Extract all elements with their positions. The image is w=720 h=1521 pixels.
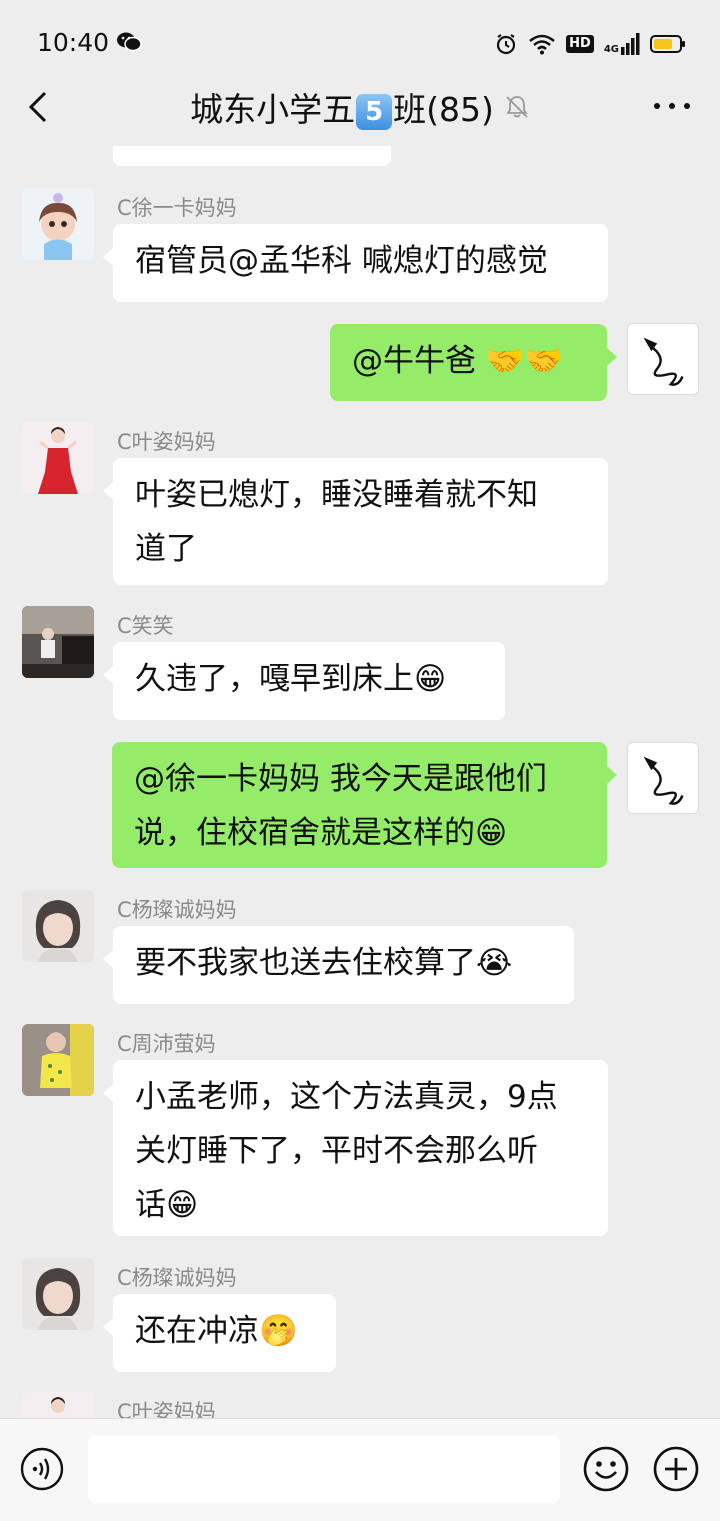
more-dot — [684, 103, 690, 109]
message-bubble[interactable]: 久违了，嘎早到床上😁 — [103, 642, 505, 720]
sender-name: C叶姿妈妈 — [117, 1400, 216, 1418]
hd-badge: HD — [566, 35, 594, 53]
message-bubble[interactable]: @徐一卡妈妈 我今天是跟他们 说，住校宿舍就是这样的😁 — [112, 742, 617, 868]
title-suffix: 班(85) — [393, 90, 494, 129]
sender-name: C叶姿妈妈 — [117, 430, 216, 454]
sender-name: C周沛萤妈 — [117, 1032, 216, 1056]
sender-name: C徐一卡妈妈 — [117, 196, 237, 220]
network-type: 4G — [603, 44, 619, 55]
my-avatar[interactable] — [627, 742, 699, 814]
page-title: 城东小学五 5 班(85) — [190, 83, 494, 131]
chat-message-list[interactable]: C徐一卡妈妈 宿管员@孟华科 喊熄灯的感觉 @牛牛爸 🤝🤝 C叶姿妈妈 叶姿已熄… — [0, 146, 720, 1418]
avatar-image — [22, 606, 94, 678]
avatar-image — [22, 1258, 94, 1330]
message-bubble[interactable]: @牛牛爸 🤝🤝 — [330, 324, 617, 401]
number-emoji-badge: 5 — [356, 93, 393, 130]
avatar-image — [22, 422, 94, 494]
message-text: 小孟老师，这个方法真灵，9点 — [135, 1079, 558, 1115]
message-bubble-partial[interactable] — [113, 146, 391, 166]
wifi-icon — [529, 34, 555, 55]
message-bubble[interactable]: 还在冲凉🤭 — [103, 1294, 336, 1372]
avatar[interactable] — [22, 1024, 94, 1096]
message-text: 宿管员@孟华科 喊熄灯的感觉 — [135, 243, 548, 279]
more-dot — [654, 103, 660, 109]
avatar[interactable] — [22, 422, 94, 494]
message-text: 叶姿已熄灯，睡没睡着就不知 — [135, 477, 538, 513]
message-text: 关灯睡下了，平时不会那么听 — [135, 1133, 538, 1169]
avatar[interactable] — [22, 890, 94, 962]
message-text: 还在冲凉🤭 — [135, 1313, 298, 1349]
avatar-image — [22, 1392, 94, 1418]
avatar-image — [643, 756, 684, 805]
avatar-image — [22, 188, 94, 260]
avatar[interactable] — [22, 188, 94, 260]
message-text: @徐一卡妈妈 我今天是跟他们 — [134, 761, 547, 797]
alarm-icon — [497, 34, 516, 55]
signal-icon — [621, 33, 640, 55]
message-text: 道了 — [135, 531, 197, 567]
plus-icon[interactable] — [652, 1445, 700, 1493]
wechat-notification-icon — [117, 32, 142, 52]
battery-icon — [650, 35, 685, 53]
message-text: @牛牛爸 🤝🤝 — [352, 343, 564, 379]
message-text: 话😁 — [135, 1187, 199, 1223]
message-text: 说，住校宿舍就是这样的😁 — [134, 815, 508, 851]
avatar-image — [643, 337, 684, 386]
chat-title: 城东小学五 5 班(85) — [0, 84, 720, 130]
input-bar — [0, 1418, 720, 1521]
message-bubble[interactable]: 小孟老师，这个方法真灵，9点 关灯睡下了，平时不会那么听 话😁 — [103, 1060, 608, 1236]
title-prefix: 城东小学五 — [190, 90, 356, 129]
message-bubble[interactable]: 要不我家也送去住校算了😭 — [103, 926, 574, 1004]
avatar-image — [22, 1024, 94, 1096]
avatar[interactable] — [22, 1258, 94, 1330]
more-dot — [669, 103, 675, 109]
my-avatar[interactable] — [627, 323, 699, 395]
bell-off-icon — [506, 96, 528, 118]
sender-name: C杨璨诚妈妈 — [117, 1266, 237, 1290]
chat-header: 城东小学五 5 班(85) — [0, 70, 720, 146]
message-input[interactable] — [88, 1435, 560, 1503]
emoji-icon[interactable] — [582, 1445, 630, 1493]
message-bubble[interactable]: 宿管员@孟华科 喊熄灯的感觉 — [103, 224, 608, 302]
avatar-image — [22, 890, 94, 962]
message-text: 久违了，嘎早到床上😁 — [135, 661, 447, 697]
sender-name: C杨璨诚妈妈 — [117, 898, 237, 922]
sender-name: C笑笑 — [117, 614, 174, 638]
clock: 10:40 — [37, 28, 110, 57]
more-button[interactable] — [654, 94, 690, 118]
voice-icon[interactable] — [20, 1447, 64, 1491]
message-text: 要不我家也送去住校算了😭 — [135, 945, 513, 981]
avatar[interactable] — [22, 606, 94, 678]
avatar[interactable] — [22, 1392, 94, 1418]
message-bubble[interactable]: 叶姿已熄灯，睡没睡着就不知 道了 — [103, 458, 608, 585]
